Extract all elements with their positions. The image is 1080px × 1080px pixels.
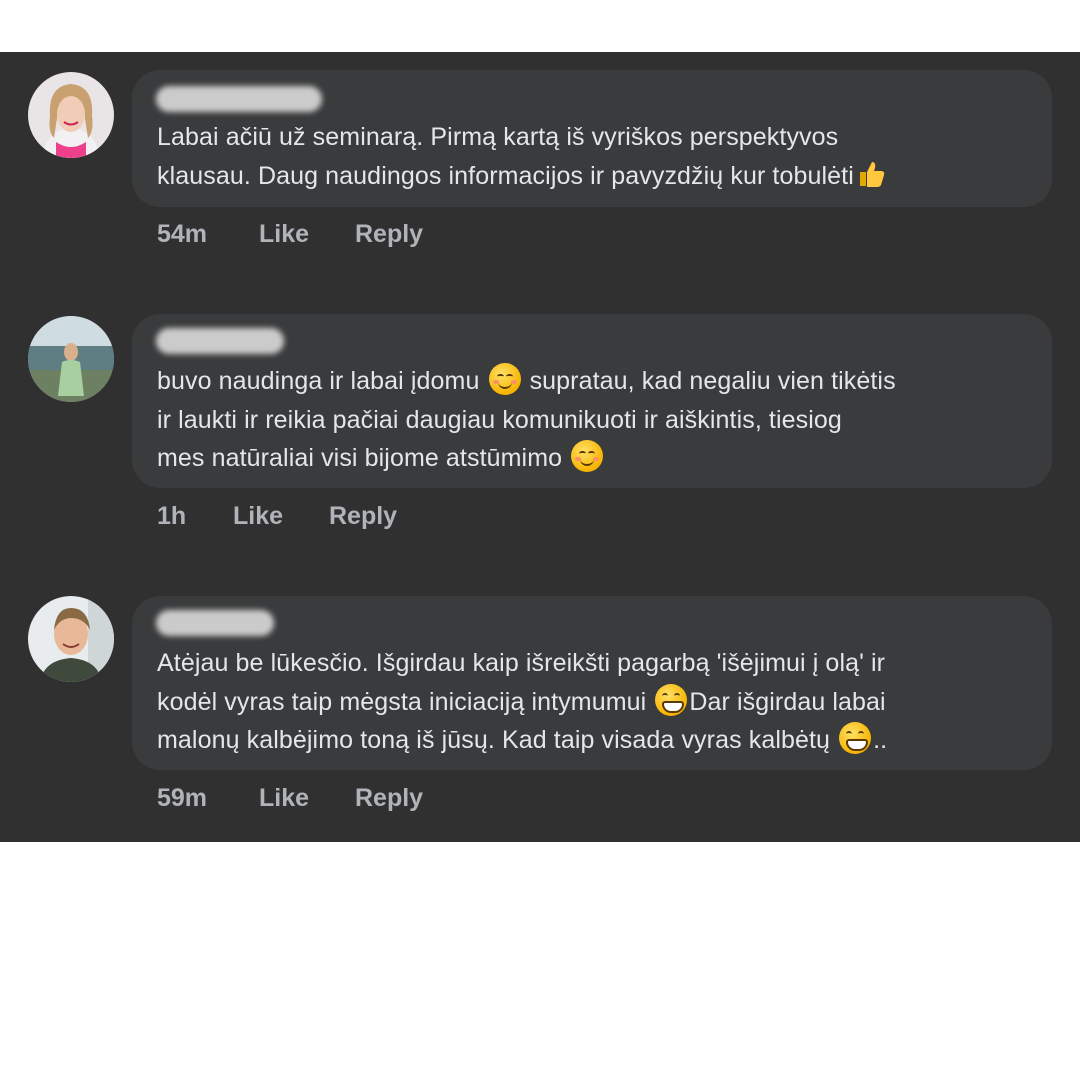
comment-line-text: klausau. Daug naudingos informacijos ir … bbox=[157, 161, 854, 190]
thumbs-up-icon bbox=[859, 161, 885, 187]
comment-line: klausau. Daug naudingos informacijos ir … bbox=[157, 157, 1028, 196]
comment-text: Atėjau be lūkesčio. Išgirdau kaip išreik… bbox=[157, 644, 1028, 760]
comment-line-text: malonų kalbėjimo toną iš jūsų. Kad taip … bbox=[157, 726, 831, 754]
comment-text: Labai ačiū už seminarą. Pirmą kartą iš v… bbox=[157, 118, 1028, 195]
comment-line: buvo naudinga ir labai įdomu supratau, k… bbox=[157, 362, 1028, 401]
reply-button[interactable]: Reply bbox=[329, 502, 397, 531]
comment-bubble: buvo naudinga ir labai įdomu supratau, k… bbox=[132, 314, 1052, 488]
comment-line: Labai ačiū už seminarą. Pirmą kartą iš v… bbox=[157, 123, 839, 151]
smiling-blush-icon bbox=[571, 440, 604, 472]
author-name-redacted[interactable] bbox=[156, 328, 284, 354]
like-button[interactable]: Like bbox=[233, 502, 283, 531]
grinning-icon bbox=[839, 722, 872, 754]
grinning-icon bbox=[655, 683, 688, 716]
avatar[interactable] bbox=[28, 316, 114, 402]
comment-line: mes natūraliai visi bijome atstūmimo bbox=[157, 439, 1028, 478]
comment-line-text: kodėl vyras taip mėgsta iniciaciją intym… bbox=[157, 687, 647, 716]
avatar[interactable] bbox=[28, 72, 114, 158]
reply-button[interactable]: Reply bbox=[355, 784, 423, 813]
like-button[interactable]: Like bbox=[259, 784, 309, 813]
comment-time[interactable]: 54m bbox=[157, 220, 207, 249]
author-name-redacted[interactable] bbox=[156, 610, 274, 636]
comment-line: ir laukti ir reikia pačiai daugiau komun… bbox=[157, 405, 842, 434]
comment-line: malonų kalbėjimo toną iš jūsų. Kad taip … bbox=[157, 721, 1028, 760]
like-button[interactable]: Like bbox=[259, 220, 309, 249]
comment-time[interactable]: 59m bbox=[157, 784, 207, 813]
comment-bubble: Atėjau be lūkesčio. Išgirdau kaip išreik… bbox=[132, 596, 1052, 770]
comment-line-text: buvo naudinga ir labai įdomu bbox=[157, 367, 480, 395]
avatar[interactable] bbox=[28, 596, 114, 682]
comment-line-text: .. bbox=[873, 726, 888, 754]
comment-text: buvo naudinga ir labai įdomu supratau, k… bbox=[157, 362, 1028, 478]
reply-button[interactable]: Reply bbox=[355, 220, 423, 249]
comment-line-text: supratau, kad negaliu vien tikėtis bbox=[529, 367, 896, 395]
author-name-redacted[interactable] bbox=[156, 86, 322, 112]
comment-line-text: Dar išgirdau labai bbox=[689, 687, 886, 716]
smiling-blush-icon bbox=[488, 363, 521, 395]
comments-panel: Labai ačiū už seminarą. Pirmą kartą iš v… bbox=[0, 52, 1080, 842]
comment-time[interactable]: 1h bbox=[157, 502, 186, 531]
comment-line: Atėjau be lūkesčio. Išgirdau kaip išreik… bbox=[157, 649, 886, 677]
comment-bubble: Labai ačiū už seminarą. Pirmą kartą iš v… bbox=[132, 70, 1052, 207]
comment-line-text: mes natūraliai visi bijome atstūmimo bbox=[157, 444, 563, 472]
comment-line: kodėl vyras taip mėgsta iniciaciją intym… bbox=[157, 683, 1028, 722]
